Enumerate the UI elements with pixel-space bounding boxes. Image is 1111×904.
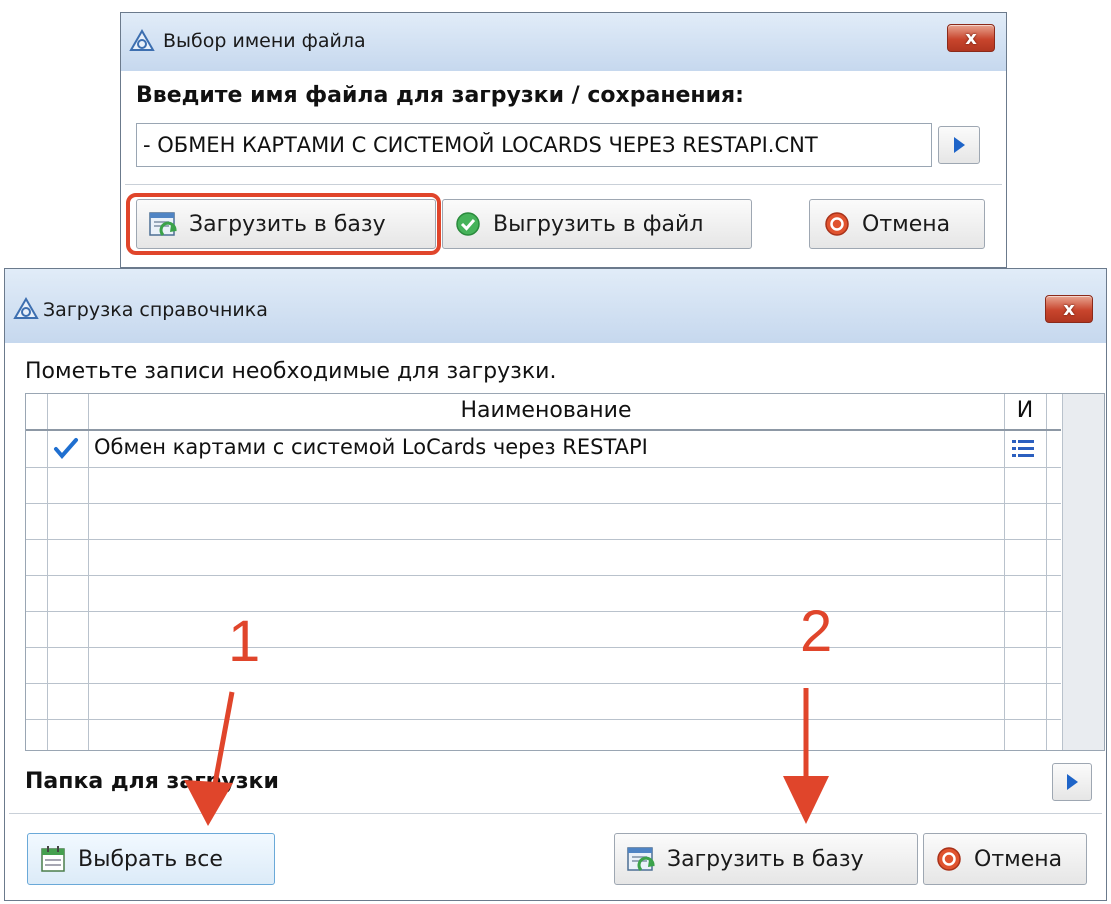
table-row[interactable]: Обмен картами с системой LoCards через R… xyxy=(48,431,1062,467)
directory-load-dialog-titlebar: Загрузка справочника x xyxy=(5,269,1106,344)
cancel-label: Отмена xyxy=(862,211,951,237)
calendar-icon xyxy=(40,845,66,873)
filename-value: - ОБМЕН КАРТАМИ С СИСТЕМОЙ LOCARDS ЧЕРЕЗ… xyxy=(143,133,818,157)
directory-load-dialog: Загрузка справочника x Пометьте записи н… xyxy=(4,268,1107,901)
folder-label: Папка для загрузки xyxy=(25,769,279,794)
column-header-i[interactable]: И xyxy=(1004,398,1046,423)
vertical-scrollbar[interactable] xyxy=(1063,394,1104,750)
list-icon[interactable] xyxy=(1012,439,1034,463)
separator xyxy=(125,184,1002,185)
select-all-label: Выбрать все xyxy=(78,846,223,872)
file-name-dialog: Выбор имени файла x Введите имя файла дл… xyxy=(120,12,1007,268)
dialog-title: Загрузка справочника xyxy=(43,299,268,321)
cancel-label: Отмена xyxy=(974,846,1063,872)
column-header-name[interactable]: Наименование xyxy=(88,398,1004,423)
check-mark-icon[interactable] xyxy=(53,436,79,464)
records-table: Наименование И Обмен картами с системой … xyxy=(25,393,1105,751)
file-name-dialog-body: Введите имя файла для загрузки / сохране… xyxy=(121,71,1006,267)
cancel-button[interactable]: Отмена xyxy=(923,833,1087,885)
row-line xyxy=(26,683,1061,684)
folder-browse-button[interactable] xyxy=(1052,763,1092,801)
export-to-file-button[interactable]: Выгрузить в файл xyxy=(442,199,752,249)
row-line xyxy=(26,503,1061,504)
close-button[interactable]: x xyxy=(947,24,995,52)
separator xyxy=(9,813,1102,814)
load-to-db-label: Загрузить в базу xyxy=(667,846,864,872)
highlight-frame xyxy=(126,193,441,255)
app-icon xyxy=(13,297,39,325)
row-name: Обмен картами с системой LoCards через R… xyxy=(94,435,648,459)
filename-prompt: Введите имя файла для загрузки / сохране… xyxy=(136,83,744,108)
check-circle-icon xyxy=(455,211,481,237)
filename-browse-button[interactable] xyxy=(938,126,980,164)
database-load-icon xyxy=(627,846,655,872)
annotation-marker-1: 1 xyxy=(228,609,261,674)
filename-input[interactable]: - ОБМЕН КАРТАМИ С СИСТЕМОЙ LOCARDS ЧЕРЕЗ… xyxy=(136,123,932,167)
annotation-marker-2: 2 xyxy=(800,599,833,664)
close-icon: x xyxy=(965,27,977,49)
select-all-button[interactable]: Выбрать все xyxy=(27,833,275,885)
row-line xyxy=(26,719,1061,720)
row-line xyxy=(26,611,1061,612)
cancel-button[interactable]: Отмена xyxy=(809,199,985,249)
row-line xyxy=(26,575,1061,576)
close-icon: x xyxy=(1063,298,1075,320)
row-line xyxy=(26,467,1061,468)
close-button[interactable]: x xyxy=(1045,295,1093,323)
dialog-title: Выбор имени файла xyxy=(163,30,366,52)
load-to-db-button[interactable]: Загрузить в базу xyxy=(614,833,918,885)
power-icon xyxy=(936,846,962,872)
play-arrow-icon xyxy=(954,137,965,153)
file-name-dialog-titlebar: Выбор имени файла x xyxy=(121,13,1006,72)
instruction-text: Пометьте записи необходимые для загрузки… xyxy=(25,359,557,384)
power-icon xyxy=(824,211,850,237)
app-icon xyxy=(129,29,155,57)
export-to-file-label: Выгрузить в файл xyxy=(493,211,704,237)
play-arrow-icon xyxy=(1067,774,1078,790)
row-line xyxy=(26,647,1061,648)
row-line xyxy=(26,539,1061,540)
directory-load-dialog-body: Пометьте записи необходимые для загрузки… xyxy=(5,343,1106,900)
